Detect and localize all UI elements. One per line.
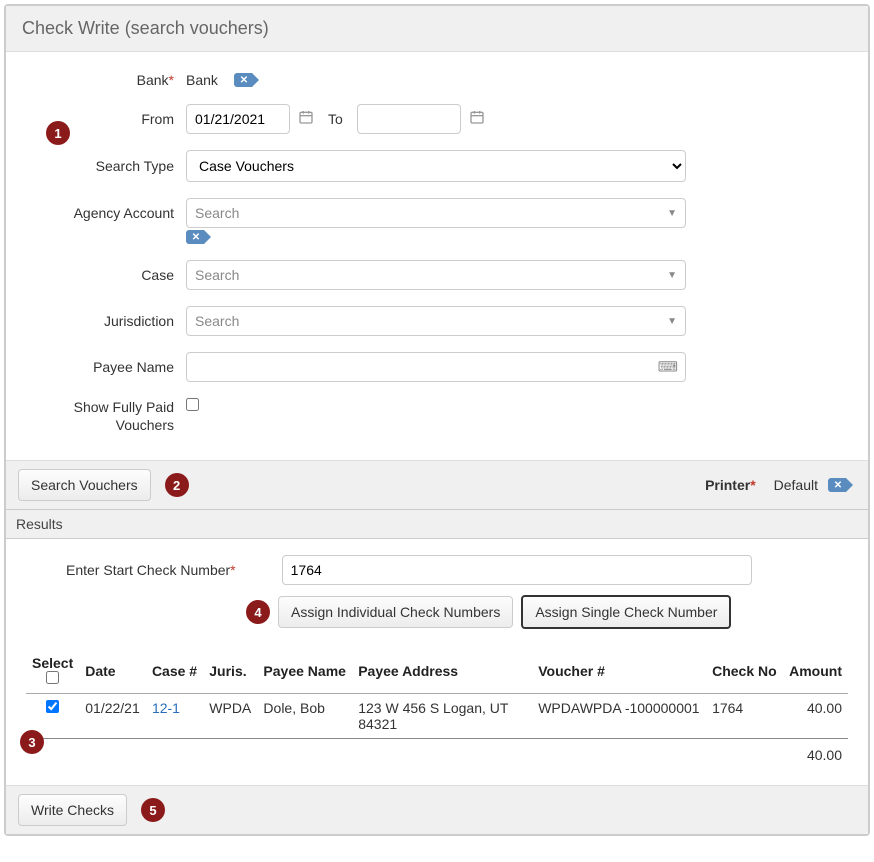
chevron-down-icon: ▼ (667, 208, 677, 219)
step-marker-5: 5 (141, 798, 165, 822)
agency-account-combo[interactable]: Search ▼ (186, 198, 686, 228)
from-calendar-icon[interactable] (298, 109, 314, 130)
cell-check-no: 1764 (706, 694, 783, 739)
keyboard-icon[interactable]: ⌨ (658, 359, 678, 376)
printer-clear-icon[interactable]: ✕ (828, 478, 846, 492)
start-check-label: Enter Start Check Number* (66, 562, 236, 578)
cell-payee-address: 123 W 456 S Logan, UT 84321 (352, 694, 532, 739)
case-combo[interactable]: Search ▼ (186, 260, 686, 290)
to-label: To (328, 111, 343, 127)
results-header: Results (6, 509, 868, 539)
agency-account-clear-icon[interactable]: ✕ (186, 230, 204, 244)
select-header-label: Select (32, 655, 73, 671)
row-select-checkbox[interactable] (46, 700, 59, 713)
col-voucher: Voucher # (532, 649, 706, 694)
chevron-down-icon: ▼ (667, 316, 677, 327)
col-case: Case # (146, 649, 203, 694)
printer-label: Printer* (705, 477, 756, 493)
col-select: Select (26, 649, 79, 694)
results-body: Enter Start Check Number* 4 Assign Indiv… (6, 539, 868, 785)
cell-amount: 40.00 (783, 694, 848, 739)
select-all-checkbox[interactable] (46, 671, 59, 684)
jurisdiction-label: Jurisdiction (26, 313, 186, 329)
step-marker-4: 4 (246, 600, 270, 624)
search-form: Bank* Bank ✕ From To Search Type (6, 52, 868, 460)
jurisdiction-combo[interactable]: Search ▼ (186, 306, 686, 336)
jurisdiction-placeholder: Search (195, 313, 239, 329)
show-fully-paid-checkbox[interactable] (186, 398, 199, 411)
assign-individual-button[interactable]: Assign Individual Check Numbers (278, 596, 513, 628)
show-fully-paid-label: Show Fully Paid Vouchers (26, 398, 186, 434)
from-date-input[interactable] (186, 104, 290, 134)
step-marker-1: 1 (46, 121, 70, 145)
case-label: Case (26, 267, 186, 283)
cell-payee-name: Dole, Bob (257, 694, 352, 739)
search-type-select[interactable]: Case Vouchers (186, 150, 686, 182)
col-payee-name: Payee Name (257, 649, 352, 694)
step-marker-3: 3 (20, 730, 44, 754)
start-check-number-input[interactable] (282, 555, 752, 585)
main-panel: Check Write (search vouchers) Bank* Bank… (4, 4, 870, 836)
printer-value: Default (774, 477, 818, 493)
search-vouchers-button[interactable]: Search Vouchers (18, 469, 151, 501)
step-marker-2: 2 (165, 473, 189, 497)
cell-date: 01/22/21 (79, 694, 146, 739)
page-title: Check Write (search vouchers) (6, 6, 868, 52)
bank-value: Bank (186, 72, 218, 88)
write-checks-button[interactable]: Write Checks (18, 794, 127, 826)
col-juris: Juris. (203, 649, 257, 694)
chevron-down-icon: ▼ (667, 270, 677, 281)
bank-clear-icon[interactable]: ✕ (234, 73, 252, 87)
col-payee-address: Payee Address (352, 649, 532, 694)
search-type-label: Search Type (26, 158, 186, 174)
col-amount: Amount (783, 649, 848, 694)
bank-label: Bank* (26, 72, 186, 88)
cell-juris: WPDA (203, 694, 257, 739)
bottom-toolbar: Write Checks 5 (6, 785, 868, 834)
assign-single-button[interactable]: Assign Single Check Number (521, 595, 731, 629)
payee-name-input[interactable] (186, 352, 686, 382)
to-date-input[interactable] (357, 104, 461, 134)
results-table: Select Date Case # Juris. Payee Name Pay… (26, 649, 848, 769)
col-date: Date (79, 649, 146, 694)
col-check-no: Check No (706, 649, 783, 694)
cell-voucher: WPDAWPDA -100000001 (532, 694, 706, 739)
agency-account-placeholder: Search (195, 205, 239, 221)
total-amount: 40.00 (783, 739, 848, 770)
search-toolbar: Search Vouchers 2 Printer* Default ✕ (6, 460, 868, 509)
case-placeholder: Search (195, 267, 239, 283)
to-calendar-icon[interactable] (469, 109, 485, 130)
table-row: 01/22/21 12-1 WPDA Dole, Bob 123 W 456 S… (26, 694, 848, 739)
cell-case-link[interactable]: 12-1 (152, 700, 180, 716)
agency-account-label: Agency Account (26, 205, 186, 221)
payee-name-label: Payee Name (26, 359, 186, 375)
